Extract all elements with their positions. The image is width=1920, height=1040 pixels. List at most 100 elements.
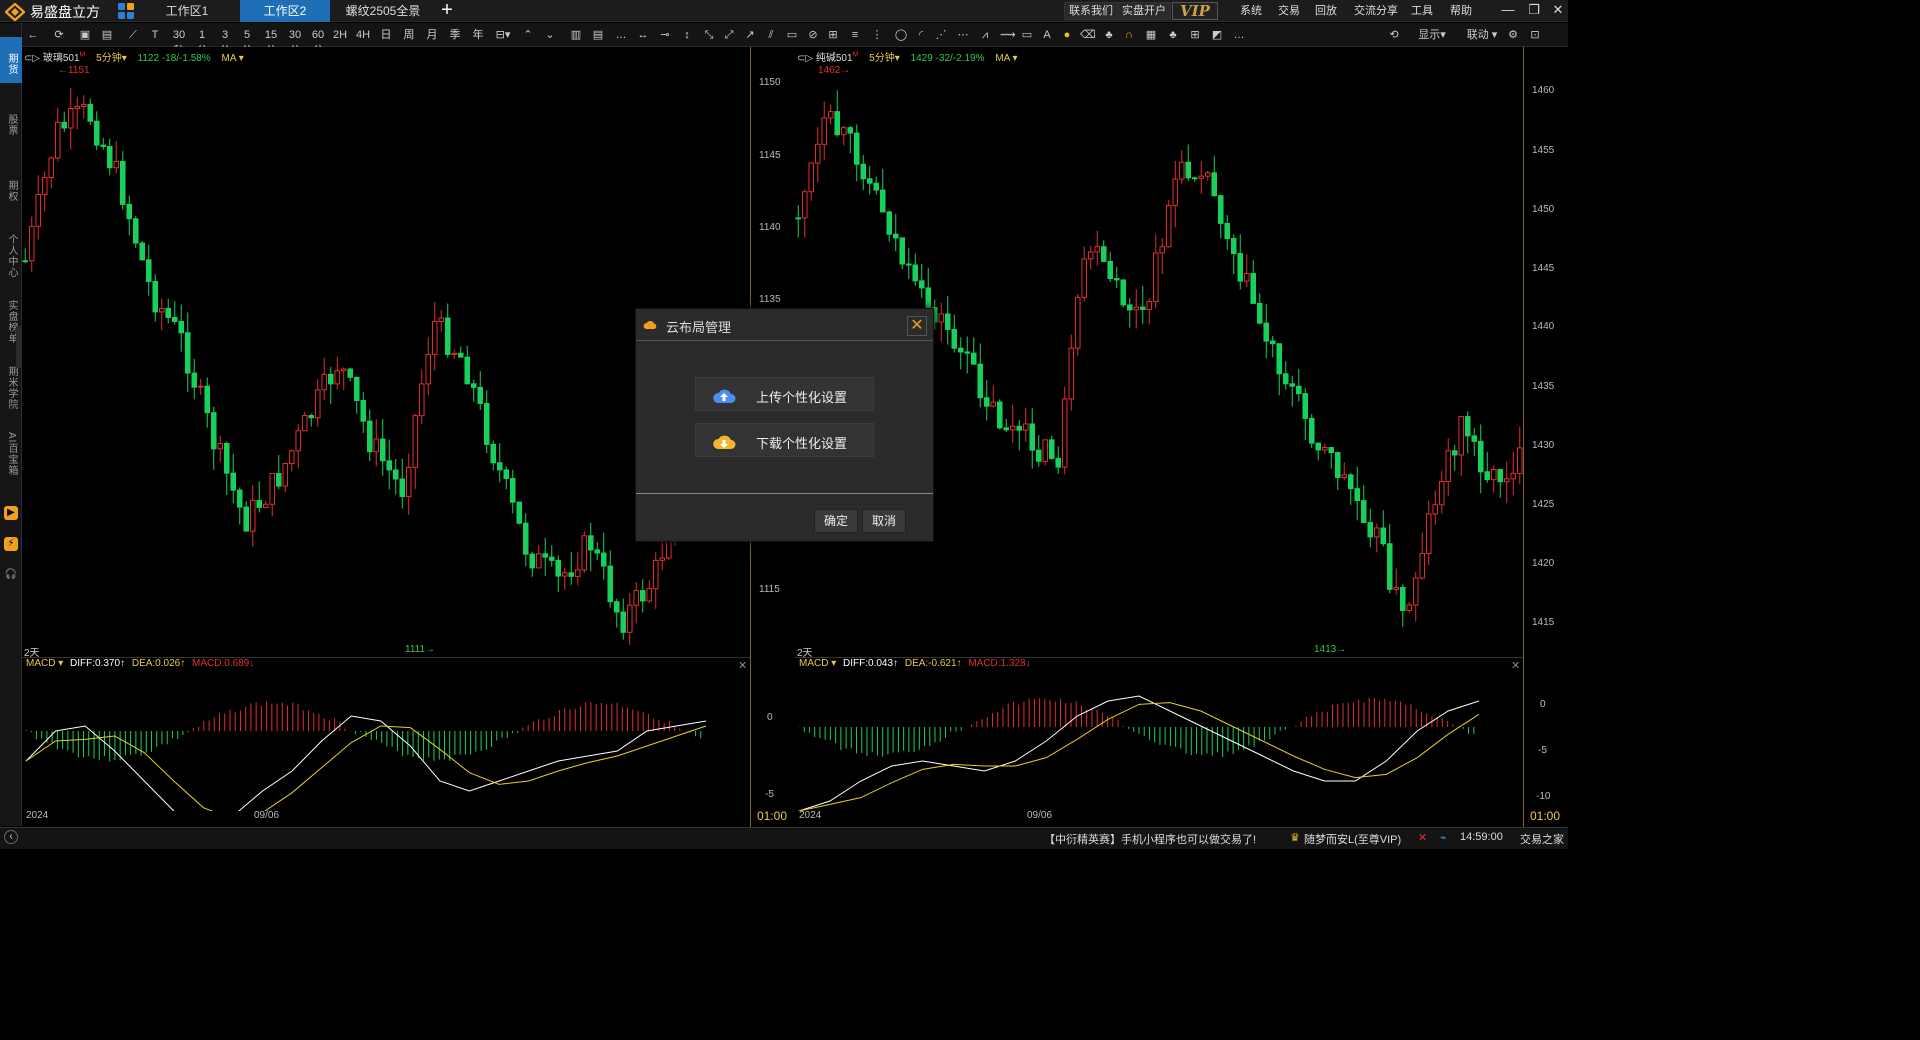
group-icon[interactable]: ♣ (1166, 27, 1180, 43)
period-5m[interactable]: 5分 (239, 27, 255, 57)
right-macd-caret-icon[interactable]: ▾ (828, 658, 839, 669)
user-name[interactable]: 随梦而安L(至尊VIP) (1304, 831, 1401, 847)
fan-icon[interactable]: ⋮ (870, 27, 884, 43)
news-ticker[interactable]: 【中衍精英赛】手机小程序也可以做交易了! (1044, 831, 1256, 847)
window-layout-icon[interactable]: ⊡ (1528, 27, 1542, 43)
download-settings-button[interactable]: 下载个性化设置 (695, 423, 874, 457)
ok-button[interactable]: 确定 (814, 509, 858, 533)
zoom-in-icon[interactable]: ⌃ (521, 27, 535, 43)
tab-workspace-2[interactable]: 工作区2 (240, 0, 330, 22)
ruler-icon[interactable]: ⊞ (826, 27, 840, 43)
maximize-icon[interactable]: ❐ (1522, 0, 1546, 22)
tab-rebar-2505[interactable]: 螺纹2505全景 (338, 0, 428, 22)
period-30s[interactable]: 30秒 (168, 27, 190, 57)
emoji-icon[interactable]: ● (1060, 27, 1074, 43)
flash-icon[interactable]: ⚡ (4, 537, 18, 551)
headset-icon[interactable]: 🎧 (4, 568, 18, 582)
magnet-icon[interactable]: ∩ (1122, 27, 1136, 43)
menu-tools[interactable]: 工具 (1411, 0, 1433, 22)
menu-share[interactable]: 交流分享 (1354, 0, 1398, 22)
minimize-icon[interactable]: — (1496, 0, 1520, 22)
split-horizontal-icon[interactable]: ▤ (591, 27, 605, 43)
fib-icon[interactable]: ≡ (848, 27, 862, 43)
split-vertical-icon[interactable]: ▥ (569, 27, 583, 43)
left-macd-chart[interactable] (22, 671, 750, 811)
left-macd-caret-icon[interactable]: ▾ (55, 658, 66, 669)
nav-futures[interactable]: 期货 (0, 37, 22, 83)
vline-icon[interactable]: ↕ (680, 27, 694, 43)
upload-settings-button[interactable]: 上传个性化设置 (695, 377, 874, 411)
eraser-icon[interactable]: ⌫ (1080, 27, 1096, 43)
trendline-icon[interactable]: ⤡ (702, 27, 716, 43)
period-quarter[interactable]: 季 (448, 27, 462, 43)
parallel-icon[interactable]: ⊘ (806, 27, 820, 43)
line-chart-icon[interactable]: ⟋ (126, 27, 140, 43)
bell-icon[interactable]: ♣ (1102, 27, 1116, 43)
layer-icon[interactable]: ▦ (1144, 27, 1158, 43)
settings-gear-icon[interactable]: ⚙ (1506, 27, 1520, 43)
channel-icon[interactable]: ⫽ (764, 27, 778, 43)
link-dropdown[interactable]: 联动 ▾ (1462, 27, 1502, 43)
contact-us-button[interactable]: 联系我们 (1064, 2, 1118, 20)
menu-replay[interactable]: 回放 (1315, 0, 1337, 22)
period-60m[interactable]: 60分 (307, 27, 329, 57)
back-icon[interactable]: ← (26, 27, 40, 43)
gann-icon[interactable]: ⋰ (934, 27, 948, 43)
disconnect-icon[interactable]: ✕ (1418, 831, 1427, 844)
zoom-out-icon[interactable]: ⌄ (543, 27, 557, 43)
toolbar-more-icon[interactable]: … (1232, 27, 1246, 43)
arc-icon[interactable]: ◜ (914, 27, 928, 43)
hray-icon[interactable]: ⊸ (658, 27, 672, 43)
open-icon[interactable]: ▤ (100, 27, 114, 43)
period-2h[interactable]: 2H (332, 27, 348, 43)
dialog-close-icon[interactable]: ✕ (907, 316, 927, 336)
text-tool-icon[interactable]: T (148, 27, 162, 43)
arrow-line-icon[interactable]: ↗ (743, 27, 757, 43)
period-week[interactable]: 周 (402, 27, 416, 43)
nav-options[interactable]: 期权 (0, 171, 22, 211)
right-macd-chart[interactable] (795, 671, 1523, 811)
close-window-icon[interactable]: ✕ (1546, 0, 1570, 22)
add-tab-icon[interactable]: + (440, 0, 454, 22)
nav-personal-center[interactable]: 个人中心 (0, 227, 22, 285)
ellipse-icon[interactable]: ◯ (894, 27, 908, 43)
ray-icon[interactable]: ⤢ (722, 27, 736, 43)
period-3m[interactable]: 3分 (217, 27, 233, 57)
hline-icon[interactable]: ↔ (636, 27, 650, 43)
replay-icon[interactable]: ▶ (4, 506, 18, 520)
save-icon[interactable]: ▣ (78, 27, 92, 43)
workspace-grid-icon[interactable] (118, 3, 134, 19)
more-icon[interactable]: … (614, 27, 628, 43)
period-year[interactable]: 年 (471, 27, 485, 43)
sync-icon[interactable]: ⟲ (1386, 27, 1402, 43)
period-4h[interactable]: 4H (355, 27, 371, 43)
nav-stocks[interactable]: 股票 (0, 105, 22, 145)
menu-system[interactable]: 系统 (1240, 0, 1262, 22)
period-month[interactable]: 月 (425, 27, 439, 43)
period-30m[interactable]: 30分 (284, 27, 306, 57)
period-15m[interactable]: 15分 (260, 27, 282, 57)
cycle-icon[interactable]: ⋯ (956, 27, 970, 43)
refresh-icon[interactable]: ⟳ (52, 27, 66, 43)
left-macd-name[interactable]: MACD (26, 658, 55, 669)
menu-help[interactable]: 帮助 (1450, 0, 1472, 22)
measure-icon[interactable]: ⟿ (1000, 27, 1016, 43)
tab-workspace-1[interactable]: 工作区1 (140, 0, 234, 22)
period-day[interactable]: 日 (379, 27, 393, 43)
home-link[interactable]: 交易之家 (1520, 831, 1564, 847)
snapshot-icon[interactable]: ◩ (1210, 27, 1224, 43)
price-label-icon[interactable]: ▭ (1020, 27, 1034, 43)
cancel-button[interactable]: 取消 (862, 509, 906, 533)
vip-badge[interactable]: VIP (1172, 2, 1218, 20)
text-a-icon[interactable]: A (1040, 27, 1054, 43)
right-macd-name[interactable]: MACD (799, 658, 828, 669)
rectangle-icon[interactable]: ▭ (785, 27, 799, 43)
wave-icon[interactable]: ⩘ (978, 27, 992, 43)
nav-ai-toolbox[interactable]: AI百宝箱 (0, 423, 22, 485)
status-back-icon[interactable]: ‹ (4, 830, 18, 844)
open-account-button[interactable]: 实盘开户 (1117, 2, 1171, 20)
custom-period-icon[interactable]: ⊟▾ (494, 27, 512, 43)
display-dropdown[interactable]: 显示▾ (1412, 27, 1452, 43)
menu-trade[interactable]: 交易 (1278, 0, 1300, 22)
period-1m[interactable]: 1分 (194, 27, 210, 57)
